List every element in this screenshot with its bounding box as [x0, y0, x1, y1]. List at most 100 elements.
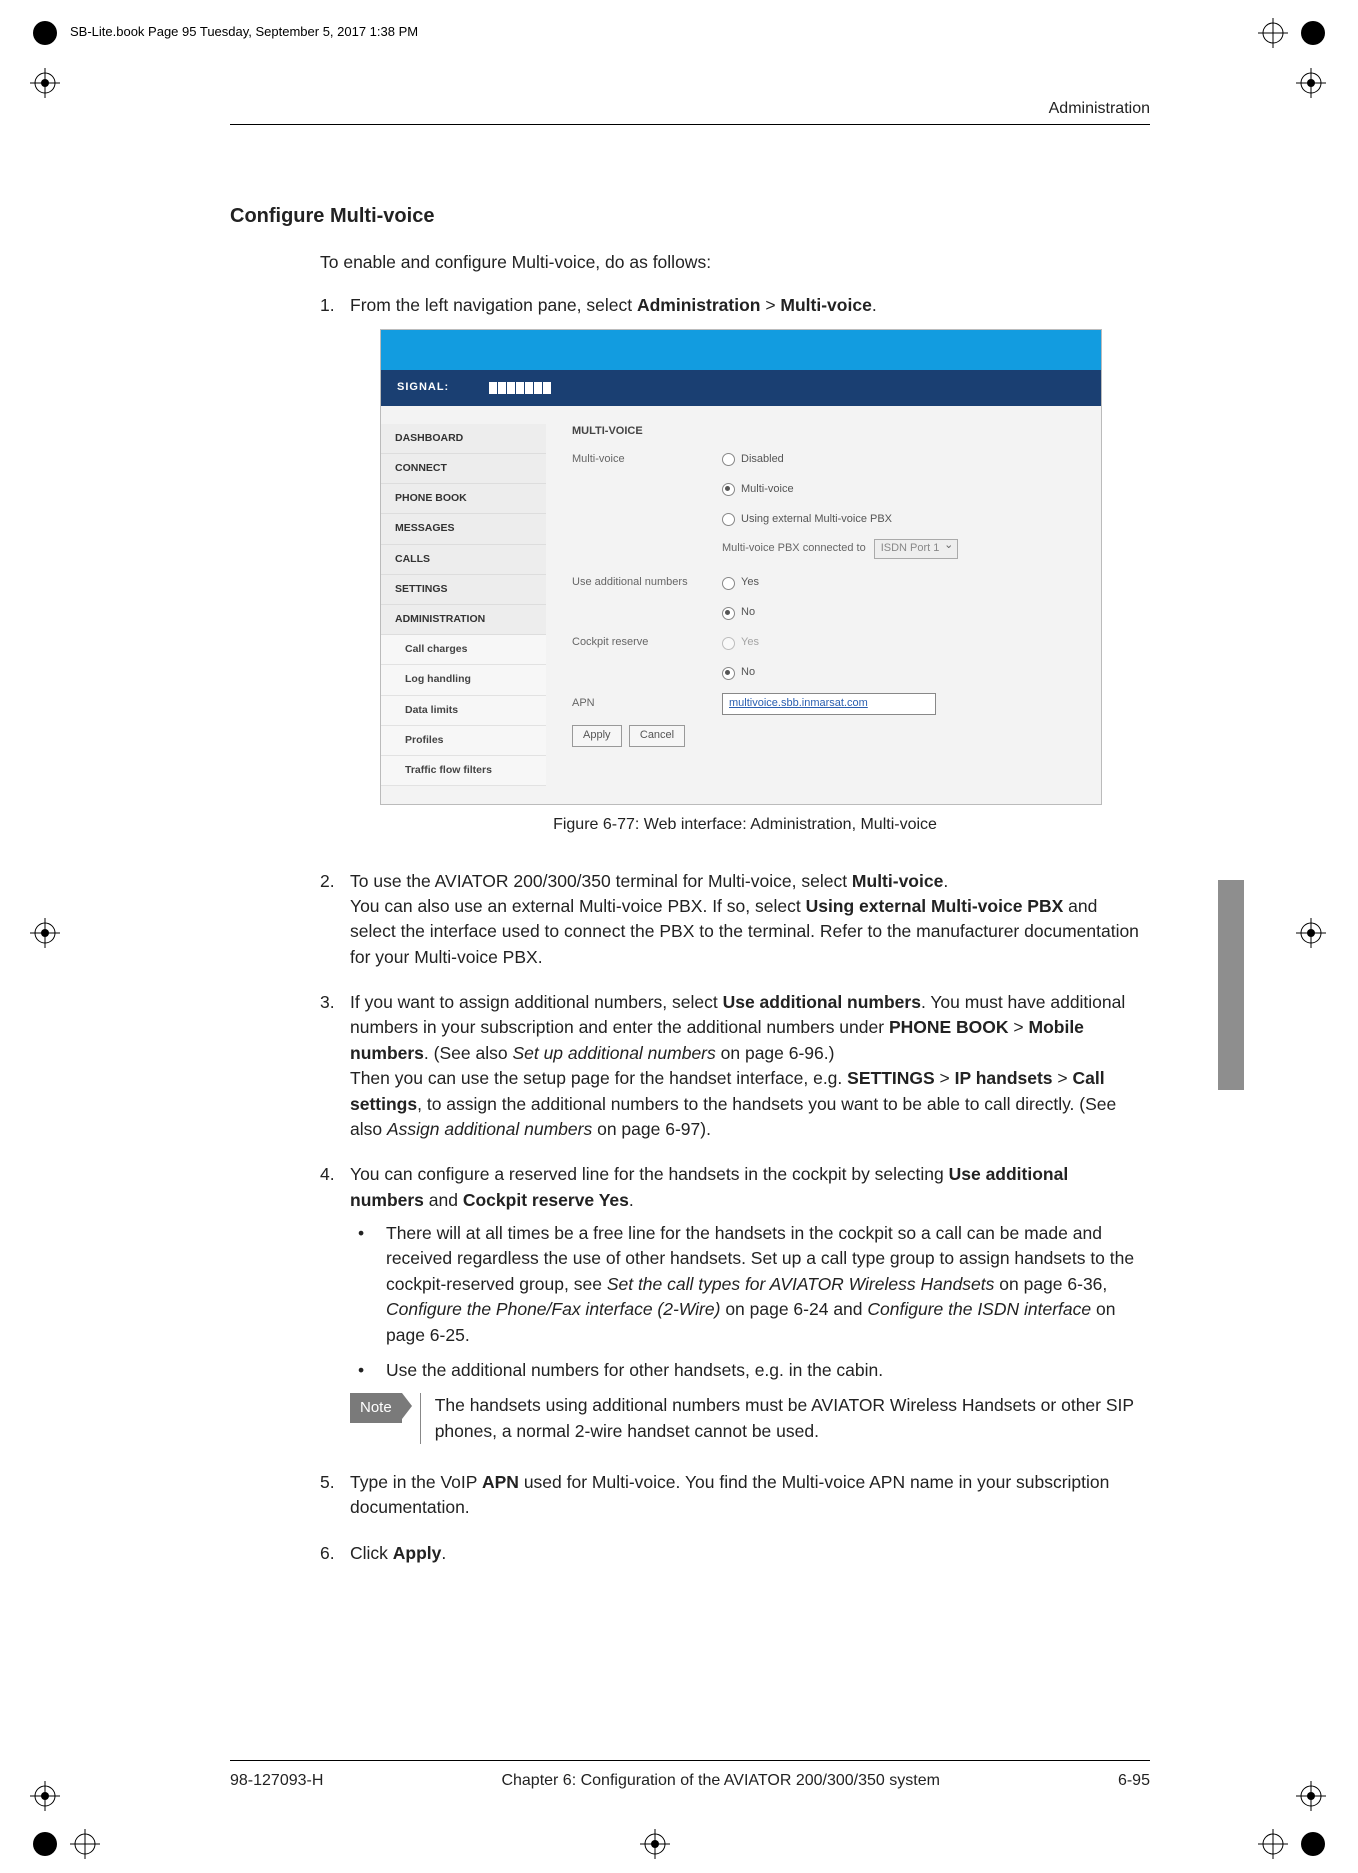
- list-number: 3.: [320, 990, 350, 1148]
- crop-mark-right-upper: [1296, 68, 1326, 98]
- text-fragment: .: [872, 295, 877, 315]
- footer: 98-127093-H Chapter 6: Configuration of …: [230, 1772, 1150, 1790]
- note-text: The handsets using additional numbers mu…: [420, 1393, 1140, 1444]
- chapter-title: Chapter 6: Configuration of the AVIATOR …: [501, 1772, 939, 1790]
- radio-external-pbx[interactable]: Using external Multi-voice PBX: [722, 510, 892, 530]
- figure-caption: Figure 6-77: Web interface: Administrati…: [350, 813, 1140, 836]
- figure-panel: MULTI-VOICE Multi-voice Disabled Multi-v…: [546, 406, 1101, 805]
- nav-phonebook[interactable]: PHONE BOOK: [381, 484, 546, 514]
- list-number: 1.: [320, 293, 350, 854]
- bullet-icon: •: [350, 1358, 386, 1383]
- pbx-port-select[interactable]: ISDN Port 1: [874, 539, 959, 559]
- signal-strength-icon: [489, 382, 551, 394]
- text-fragment: .: [943, 871, 948, 891]
- note-badge: Note: [350, 1393, 402, 1423]
- nav-log-handling[interactable]: Log handling: [381, 665, 546, 695]
- doc-number: 98-127093-H: [230, 1772, 323, 1790]
- bullet-icon: •: [350, 1221, 386, 1348]
- text-fragment: To use the AVIATOR 200/300/350 terminal …: [350, 871, 852, 891]
- crop-mark-left-mid: [30, 918, 60, 948]
- use-additional-label: Use additional numbers: [572, 575, 722, 591]
- step-2: 2. To use the AVIATOR 200/300/350 termin…: [320, 869, 1140, 977]
- apply-button[interactable]: Apply: [572, 725, 622, 747]
- cockpit-label: Cockpit reserve: [572, 635, 722, 651]
- radio-icon: [722, 483, 735, 496]
- radio-label: Using external Multi-voice PBX: [741, 512, 892, 528]
- pbx-connected-label: Multi-voice PBX connected to: [722, 541, 866, 557]
- nav-settings[interactable]: SETTINGS: [381, 575, 546, 605]
- crop-mark-right-lower: [1296, 1781, 1326, 1811]
- text-fragment: Then you can use the setup page for the …: [350, 1068, 847, 1088]
- bullet-1-text: There will at all times be a free line f…: [386, 1221, 1140, 1348]
- radio-cockpit-no[interactable]: No: [722, 663, 755, 683]
- italic-xref: Assign additional numbers: [387, 1119, 592, 1139]
- bold-administration: Administration: [637, 295, 760, 315]
- crop-mark-top-left: [30, 18, 60, 48]
- text-fragment: on page 6-36,: [994, 1274, 1107, 1294]
- text-fragment: on page 6-97).: [592, 1119, 711, 1139]
- nav-administration[interactable]: ADMINISTRATION: [381, 605, 546, 635]
- text-fragment: >: [1009, 1017, 1029, 1037]
- text-fragment: You can configure a reserved line for th…: [350, 1164, 949, 1184]
- nav-dashboard[interactable]: DASHBOARD: [381, 424, 546, 454]
- italic-xref: Set up additional numbers: [512, 1043, 715, 1063]
- radio-label: No: [741, 605, 755, 621]
- text-fragment: on page 6-96.): [716, 1043, 835, 1063]
- nav-profiles[interactable]: Profiles: [381, 726, 546, 756]
- panel-title: MULTI-VOICE: [572, 424, 1085, 440]
- bullet-2: • Use the additional numbers for other h…: [350, 1358, 1140, 1383]
- note-block: Note The handsets using additional numbe…: [350, 1393, 1140, 1444]
- radio-icon: [722, 637, 735, 650]
- step-5: 5. Type in the VoIP APN used for Multi-v…: [320, 1470, 1140, 1527]
- radio-label: Disabled: [741, 452, 784, 468]
- radio-disabled[interactable]: Disabled: [722, 450, 784, 470]
- header-rule: [230, 124, 1150, 125]
- text-fragment: >: [760, 295, 780, 315]
- crop-mark-right-mid: [1296, 918, 1326, 948]
- mv-field-label: Multi-voice: [572, 452, 722, 468]
- figure-signal-bar: SIGNAL:: [381, 370, 1101, 406]
- footer-rule: [230, 1760, 1150, 1761]
- bold-settings: SETTINGS: [847, 1068, 935, 1088]
- bold-ip-handsets: IP handsets: [955, 1068, 1053, 1088]
- radio-icon: [722, 577, 735, 590]
- radio-cockpit-yes[interactable]: Yes: [722, 633, 759, 653]
- crop-mark-bottom-right: [1258, 1829, 1328, 1859]
- text-fragment: Click: [350, 1543, 393, 1563]
- italic-xref: Configure the ISDN interface: [867, 1299, 1091, 1319]
- figure-screenshot: SIGNAL: DASHBOARD CONNECT PHONE BOOK MES…: [380, 329, 1102, 806]
- step-1-text: From the left navigation pane, select Ad…: [350, 293, 1140, 318]
- radio-add-yes[interactable]: Yes: [722, 573, 759, 593]
- radio-icon: [722, 667, 735, 680]
- radio-icon: [722, 607, 735, 620]
- italic-xref: Configure the Phone/Fax interface (2-Wir…: [386, 1299, 720, 1319]
- step-4: 4. You can configure a reserved line for…: [320, 1162, 1140, 1456]
- bullet-2-text: Use the additional numbers for other han…: [386, 1358, 883, 1383]
- bold-external-pbx: Using external Multi-voice PBX: [806, 896, 1064, 916]
- nav-messages[interactable]: MESSAGES: [381, 514, 546, 544]
- nav-call-charges[interactable]: Call charges: [381, 635, 546, 665]
- running-head: Administration: [230, 100, 1150, 124]
- nav-traffic-flow[interactable]: Traffic flow filters: [381, 756, 546, 786]
- text-fragment: on page 6-24 and: [720, 1299, 867, 1319]
- intro-text: To enable and configure Multi-voice, do …: [320, 250, 1140, 275]
- signal-label: SIGNAL:: [397, 380, 449, 396]
- italic-xref: Set the call types for AVIATOR Wireless …: [607, 1274, 995, 1294]
- step-6: 6. Click Apply.: [320, 1541, 1140, 1572]
- nav-connect[interactable]: CONNECT: [381, 454, 546, 484]
- apn-input[interactable]: multivoice.sbb.inmarsat.com: [722, 693, 936, 715]
- bold-use-additional: Use additional numbers: [723, 992, 921, 1012]
- radio-multivoice[interactable]: Multi-voice: [722, 480, 794, 500]
- step-5-text: Type in the VoIP APN used for Multi-voic…: [350, 1470, 1140, 1521]
- crop-mark-top-right: [1258, 18, 1328, 48]
- crop-mark-left-upper: [30, 68, 60, 98]
- page-number: 6-95: [1118, 1772, 1150, 1790]
- cancel-button[interactable]: Cancel: [629, 725, 685, 747]
- radio-label: Multi-voice: [741, 482, 794, 498]
- crop-mark-left-lower: [30, 1781, 60, 1811]
- nav-calls[interactable]: CALLS: [381, 545, 546, 575]
- nav-data-limits[interactable]: Data limits: [381, 696, 546, 726]
- radio-add-no[interactable]: No: [722, 603, 755, 623]
- figure-nav: DASHBOARD CONNECT PHONE BOOK MESSAGES CA…: [381, 406, 546, 805]
- list-number: 2.: [320, 869, 350, 977]
